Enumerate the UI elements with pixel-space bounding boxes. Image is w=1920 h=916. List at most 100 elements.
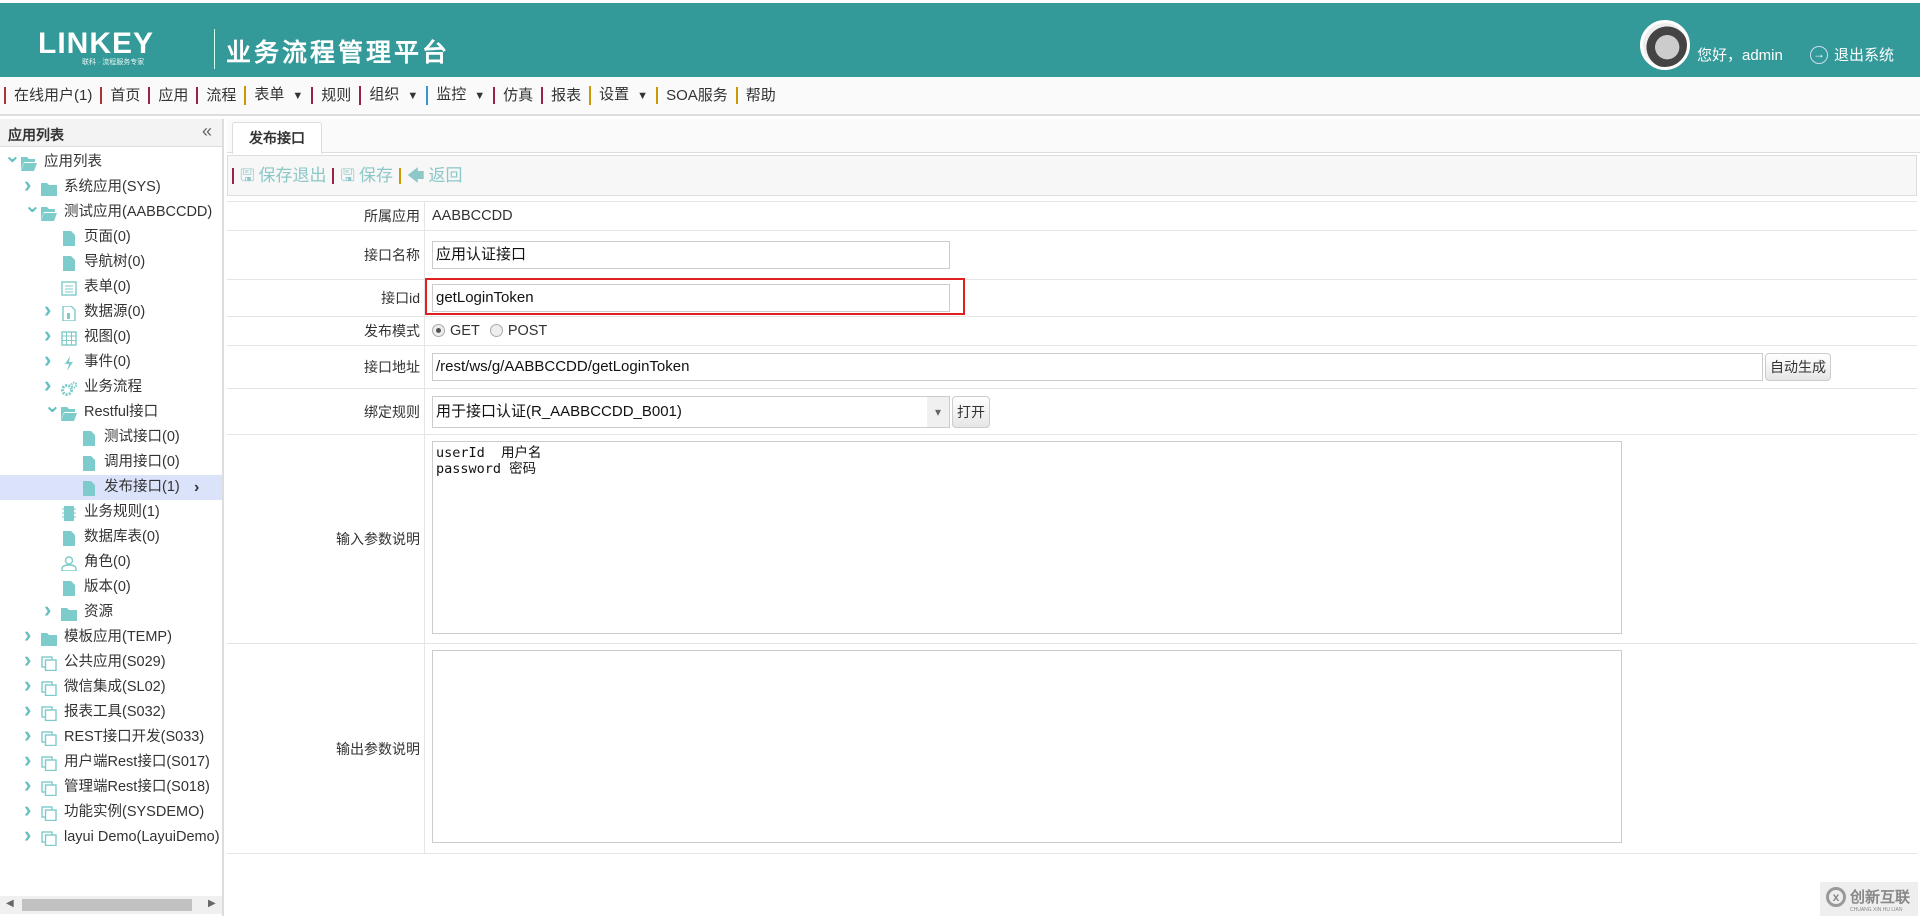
interface-url-input[interactable]: /rest/ws/g/AABBCCDD/getLoginToken xyxy=(432,353,1763,381)
tree-item[interactable]: › 功能实例(SYSDEMO) xyxy=(0,797,222,825)
chevron-right-icon[interactable]: › xyxy=(24,697,31,722)
chevron-right-icon[interactable]: › xyxy=(24,647,31,672)
tree-item[interactable]: › layui Demo(LayuiDemo) xyxy=(0,822,222,850)
chevron-right-icon[interactable]: › xyxy=(24,747,31,772)
tree-item[interactable]: 测试接口(0) xyxy=(0,425,222,450)
tree-item[interactable]: › 用户端Rest接口(S017) xyxy=(0,747,222,775)
tree-item-label: 角色(0) xyxy=(84,554,131,570)
tree-item[interactable]: › 公共应用(S029) xyxy=(0,647,222,675)
open-rule-button[interactable]: 打开 xyxy=(952,395,990,428)
chevron-right-icon[interactable]: › xyxy=(24,672,31,697)
nav-item-label: 组织 xyxy=(369,86,400,103)
input-params-textarea[interactable]: userId 用户名 password 密码 xyxy=(432,441,1622,634)
chevron-right-icon[interactable]: › xyxy=(44,597,51,622)
horizontal-scrollbar[interactable]: ◀ ▶ xyxy=(0,896,222,914)
tree-item[interactable]: ⌄ 测试应用(AABBCCDD) xyxy=(0,195,222,225)
chevron-down-icon[interactable]: ⌄ xyxy=(44,394,61,419)
interface-form: 所属应用 AABBCCDD 接口名称 应用认证接口 接口id getLoginToke… xyxy=(227,201,1917,854)
tree-item[interactable]: 角色(0) xyxy=(0,550,222,575)
scrollbar-thumb[interactable] xyxy=(22,899,192,911)
scroll-left-icon[interactable]: ◀ xyxy=(6,898,14,909)
arrow-right-circle-icon: → xyxy=(1810,45,1828,64)
chevron-right-icon[interactable]: › xyxy=(44,347,51,372)
watermark: x 创新互联 CHUANG XIN HU LIAN xyxy=(1820,882,1918,916)
tree-item[interactable]: › 资源 xyxy=(0,597,222,625)
tree-item[interactable]: ⌄ Restful接口 xyxy=(0,395,222,425)
nav-item[interactable]: 流程 xyxy=(196,87,244,104)
output-params-textarea[interactable] xyxy=(432,650,1622,843)
copy-icon xyxy=(41,730,57,747)
chevron-down-icon[interactable]: ⌄ xyxy=(4,144,21,169)
tree-item-label: Restful接口 xyxy=(84,404,159,420)
nav-item[interactable]: 监控 ▼ xyxy=(426,86,493,105)
name-label: 接口名称 xyxy=(227,231,425,279)
radio-get-control[interactable] xyxy=(432,324,445,337)
tree-item[interactable]: › 视图(0) xyxy=(0,322,222,350)
avatar[interactable] xyxy=(1640,20,1690,70)
nav-item[interactable]: 首页 xyxy=(100,87,148,104)
tree-item[interactable]: › 事件(0) xyxy=(0,347,222,375)
chevron-right-icon[interactable]: › xyxy=(24,797,31,822)
interface-id-input[interactable]: getLoginToken xyxy=(432,284,950,312)
nav-item-label: 报表 xyxy=(551,87,582,104)
tree-item[interactable]: 版本(0) xyxy=(0,575,222,600)
nav-item[interactable]: 组织 ▼ xyxy=(359,86,426,105)
tree-item-label: layui Demo(LayuiDemo) xyxy=(64,829,220,845)
bind-rule-select[interactable]: 用于接口认证(R_AABBCCDD_B001) ▾ xyxy=(432,395,950,428)
scroll-right-icon[interactable]: ▶ xyxy=(208,898,216,909)
arrow-left-icon: 🡄 xyxy=(406,165,425,185)
copy-icon xyxy=(41,805,57,822)
file-icon xyxy=(61,580,77,596)
nav-item[interactable]: 应用 xyxy=(148,87,196,104)
nav-item[interactable]: 设置 ▼ xyxy=(589,86,656,105)
chevron-right-icon[interactable]: › xyxy=(44,322,51,347)
nav-item[interactable]: 仿真 xyxy=(493,87,541,104)
nav-item[interactable]: SOA服务 xyxy=(656,87,736,104)
grid-icon xyxy=(61,330,77,346)
logout-button[interactable]: → 退出系统 xyxy=(1810,44,1894,65)
interface-name-input[interactable]: 应用认证接口 xyxy=(432,241,950,269)
nav-item[interactable]: 规则 xyxy=(311,87,359,104)
tree-item[interactable]: 发布接口(1) › xyxy=(0,475,222,500)
tab-publish-interface[interactable]: 发布接口 xyxy=(232,122,322,154)
radio-get[interactable]: GET xyxy=(432,323,480,339)
chevron-right-icon[interactable]: › xyxy=(24,772,31,797)
chevron-right-icon[interactable]: › xyxy=(24,722,31,747)
tree-item[interactable]: 导航树(0) xyxy=(0,250,222,275)
tree-item[interactable]: › REST接口开发(S033) xyxy=(0,722,222,750)
collapse-sidebar-icon[interactable]: « xyxy=(202,121,212,142)
watermark-logo-icon: x xyxy=(1826,887,1846,907)
chevron-right-icon[interactable]: › xyxy=(24,622,31,647)
tree-item[interactable]: 页面(0) xyxy=(0,225,222,250)
back-button[interactable]: 🡄 返回 xyxy=(398,165,469,185)
tree-item[interactable]: 业务规则(1) xyxy=(0,500,222,525)
chevron-right-icon[interactable]: › xyxy=(24,822,31,847)
radio-post-control[interactable] xyxy=(489,324,503,337)
tree-item[interactable]: 调用接口(0) xyxy=(0,450,222,475)
chevron-down-icon[interactable]: ⌄ xyxy=(24,194,41,219)
tree-item-label: 表单(0) xyxy=(84,279,131,295)
tree-item[interactable]: › 微信集成(SL02) xyxy=(0,672,222,700)
save-exit-button[interactable]: 🖫 保存退出 xyxy=(232,167,332,184)
nav-item[interactable]: 在线用户(1) xyxy=(4,87,100,104)
folder-open-icon xyxy=(41,205,57,221)
gears-icon xyxy=(61,380,78,396)
tree-item[interactable]: › 业务流程 xyxy=(0,372,222,400)
tree-item[interactable]: ⌄ 应用列表 xyxy=(0,145,222,175)
tree-item[interactable]: › 报表工具(S032) xyxy=(0,697,222,725)
tree-item[interactable]: › 管理端Rest接口(S018) xyxy=(0,772,222,800)
tree-item[interactable]: › 模板应用(TEMP) xyxy=(0,622,222,650)
save-button[interactable]: 🖫 保存 xyxy=(332,167,398,184)
chevron-right-icon[interactable]: › xyxy=(44,297,51,322)
auto-generate-button[interactable]: 自动生成 xyxy=(1765,353,1831,381)
nav-item[interactable]: 表单 ▼ xyxy=(244,86,311,105)
radio-post-label: POST xyxy=(507,323,548,339)
folder-icon xyxy=(61,605,77,621)
user-greeting: 您好，admin xyxy=(1697,47,1783,64)
tree-item[interactable]: 数据库表(0) xyxy=(0,525,222,550)
nav-item[interactable]: 报表 xyxy=(541,87,589,104)
nav-item[interactable]: 帮助 xyxy=(735,87,784,104)
radio-post[interactable]: POST xyxy=(489,323,548,339)
tree-item[interactable]: › 数据源(0) xyxy=(0,297,222,325)
tree-item[interactable]: 表单(0) xyxy=(0,275,222,300)
